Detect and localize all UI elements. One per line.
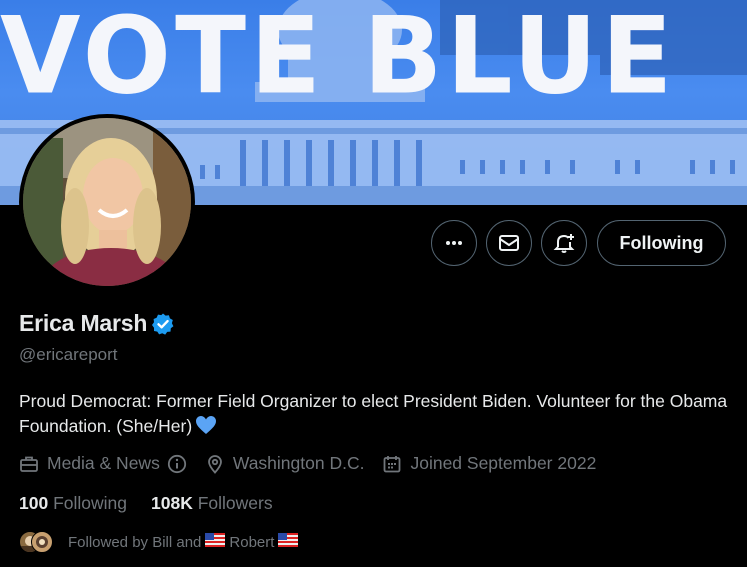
more-button[interactable] <box>431 220 477 266</box>
following-count: 100 <box>19 493 49 513</box>
banner-word-vote: VOTE <box>0 0 326 119</box>
following-stat-label: Following <box>53 493 128 513</box>
notifications-button[interactable] <box>541 220 587 266</box>
followed-by[interactable]: Followed by Bill and Robert <box>19 531 302 553</box>
following-stat[interactable]: 100 Following <box>19 493 127 514</box>
category-item: Media & News <box>19 453 187 474</box>
avatar <box>31 531 53 553</box>
more-icon <box>446 241 462 245</box>
banner-word-blue: BLUE <box>363 0 677 119</box>
avatar-photo <box>23 118 191 286</box>
category-label: Media & News <box>47 453 160 473</box>
bio: Proud Democrat: Former Field Organizer t… <box>19 389 734 442</box>
followers-count: 108K <box>151 493 193 513</box>
banner-slogan: VOTE BLUE <box>0 3 747 109</box>
info-icon[interactable] <box>167 454 187 474</box>
mutual-avatars <box>19 531 55 553</box>
bio-text: Proud Democrat: Former Field Organizer t… <box>19 391 728 436</box>
followed-by-name: Robert <box>229 533 275 551</box>
follow-stats: 100 Following 108K Followers <box>19 493 297 514</box>
briefcase-icon <box>20 456 38 472</box>
location-item: Washington D.C. <box>205 453 365 474</box>
verified-badge-icon[interactable] <box>151 312 175 336</box>
us-flag-icon <box>278 533 299 551</box>
joined-label: Joined September 2022 <box>410 453 597 473</box>
location-label: Washington D.C. <box>232 453 365 473</box>
handle: @ericareport <box>19 345 118 364</box>
blue-heart-icon <box>195 415 217 442</box>
followers-stat[interactable]: 108K Followers <box>151 493 273 514</box>
us-flag-icon <box>205 533 226 551</box>
envelope-icon <box>499 235 519 251</box>
followers-stat-label: Followers <box>197 493 273 513</box>
calendar-icon <box>384 455 401 472</box>
location-pin-icon <box>207 454 222 474</box>
avatar[interactable] <box>19 114 195 290</box>
message-button[interactable] <box>486 220 532 266</box>
profile-meta: Media & News Washington D.C. Joined Sept… <box>19 453 614 474</box>
name-row: Erica Marsh <box>19 310 175 337</box>
following-button[interactable]: Following <box>597 220 726 266</box>
followed-by-text: Followed by Bill and <box>68 533 202 551</box>
display-name: Erica Marsh <box>19 310 148 336</box>
joined-item: Joined September 2022 <box>382 453 596 474</box>
bell-plus-icon <box>553 234 575 253</box>
